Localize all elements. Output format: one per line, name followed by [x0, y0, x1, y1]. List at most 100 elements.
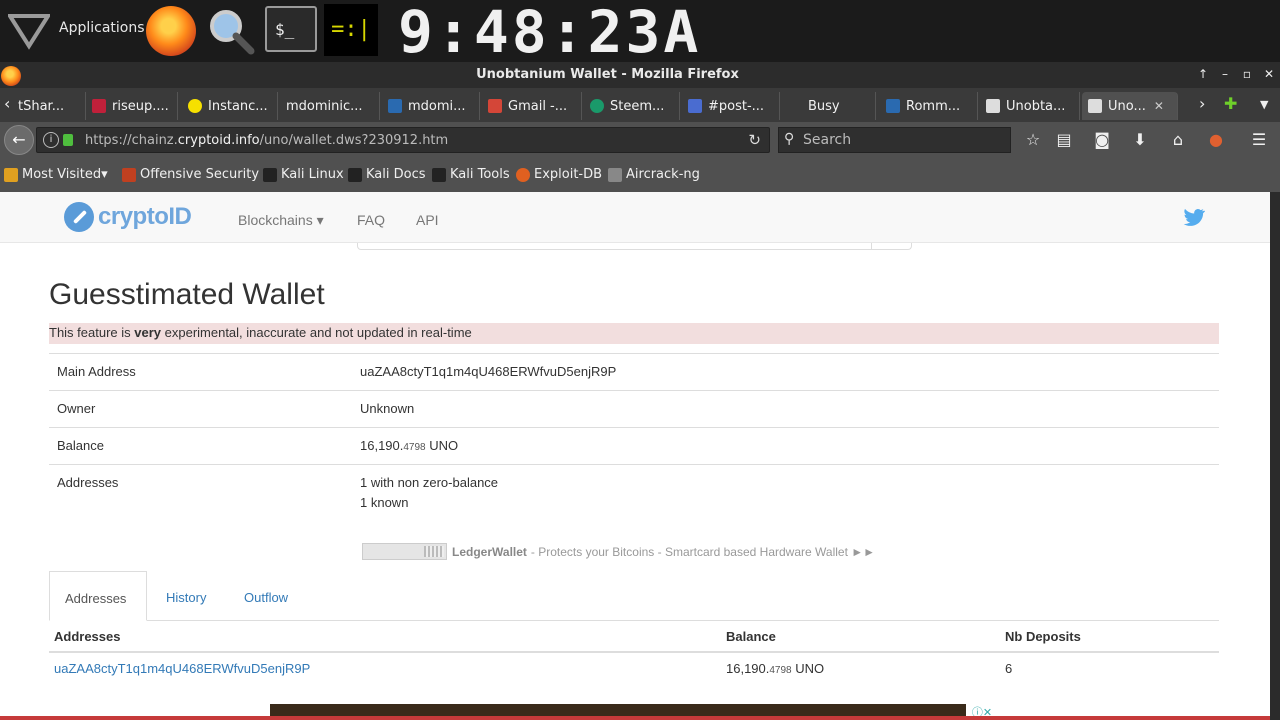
site-info-icon[interactable]: i	[43, 132, 59, 148]
cpu-monitor-widget: =:|	[324, 4, 378, 56]
tab-favicon	[590, 99, 604, 113]
tab-list-icon[interactable]: ▼	[1260, 98, 1268, 111]
tab-item[interactable]: Gmail -...	[482, 92, 582, 120]
tab-item[interactable]: mdomi...	[382, 92, 480, 120]
page-title: Guesstimated Wallet	[49, 278, 325, 311]
tab-item[interactable]: Busy	[782, 92, 876, 120]
address-link[interactable]: uaZAA8ctyT1q1m4qU468ERWfvuD5enjR9P	[54, 661, 310, 676]
new-tab-icon[interactable]: ✚	[1224, 94, 1237, 113]
menu-icon[interactable]: ☰	[1249, 130, 1269, 150]
reload-icon[interactable]: ↻	[748, 131, 761, 149]
experimental-warning: This feature is very experimental, inacc…	[49, 323, 1219, 344]
duckduckgo-icon[interactable]: ●	[1206, 130, 1226, 150]
tab-outflow[interactable]: Outflow	[229, 571, 303, 621]
keep-above-icon[interactable]: ↑	[1195, 66, 1211, 82]
search-icon: ⚲	[784, 131, 795, 147]
search-bar[interactable]: ⚲ Search	[778, 127, 1011, 153]
tab-item[interactable]: Romm...	[880, 92, 978, 120]
bookmark-offensive-security[interactable]: Offensive Security	[122, 167, 259, 182]
tab-item[interactable]: riseup....	[86, 92, 178, 120]
reading-list-icon[interactable]: ▤	[1054, 130, 1074, 150]
row-label: Addresses	[49, 464, 352, 523]
bookmark-star-icon[interactable]: ☆	[1023, 130, 1043, 150]
terminal-launcher-icon[interactable]: $_	[265, 6, 317, 52]
folder-icon	[4, 167, 18, 182]
bookmark-kali-docs[interactable]: Kali Docs	[348, 167, 426, 182]
nav-blockchains[interactable]: Blockchains ▾	[238, 212, 324, 229]
tab-label: riseup....	[112, 98, 169, 114]
tab-scroll-left-icon[interactable]: ‹	[4, 94, 10, 113]
aircrack-icon	[608, 167, 622, 182]
deposits-cell: 6	[1005, 661, 1013, 676]
pocket-icon[interactable]: ◙	[1092, 130, 1112, 150]
tab-close-icon[interactable]: ✕	[1154, 99, 1164, 113]
download-icon[interactable]: ⬇	[1130, 130, 1150, 150]
row-label: Main Address	[49, 353, 352, 391]
home-icon[interactable]: ⌂	[1168, 130, 1188, 150]
kali-menu-icon[interactable]	[8, 10, 50, 50]
tab-addresses[interactable]: Addresses	[49, 571, 147, 621]
bookmark-kali-linux[interactable]: Kali Linux	[263, 167, 344, 182]
tab-label: Unobta...	[1006, 98, 1066, 114]
exploit-db-icon	[516, 167, 530, 182]
cryptoid-logo-icon	[64, 202, 94, 232]
lock-icon	[63, 134, 73, 146]
bookmarks-toolbar: Most Visited▾ Offensive Security Kali Li…	[0, 159, 1280, 192]
tab-label: Uno...	[1108, 98, 1146, 114]
offensive-security-icon	[122, 167, 136, 182]
ledger-ad[interactable]: LedgerWallet - Protects your Bitcoins - …	[362, 543, 875, 560]
balance-cell: 16,190.4798 UNO	[726, 661, 825, 676]
navigation-toolbar: ← i https://chainz.cryptoid.info/uno/wal…	[0, 122, 1280, 159]
site-navbar: cryptoID Blockchains ▾ FAQ API	[0, 192, 1270, 243]
table-row: Balance 16,190.4798 UNO	[49, 427, 1219, 465]
owner-value: Unknown	[352, 390, 1219, 428]
logo-text: cryptoID	[98, 203, 192, 230]
column-header: Balance	[721, 622, 1000, 653]
firefox-launcher-icon[interactable]	[146, 6, 196, 56]
row-label: Owner	[49, 390, 352, 428]
cryptoid-logo[interactable]: cryptoID	[64, 202, 192, 232]
search-launcher-icon[interactable]	[206, 6, 256, 56]
nav-faq[interactable]: FAQ	[357, 212, 385, 228]
main-address-value: uaZAA8ctyT1q1m4qU468ERWfvuD5enjR9P	[352, 353, 1219, 391]
tab-label: Steem...	[610, 98, 665, 114]
bookmark-most-visited[interactable]: Most Visited▾	[4, 167, 108, 182]
kali-dragon-icon	[263, 167, 277, 182]
tab-item[interactable]: #post-...	[682, 92, 780, 120]
close-window-icon[interactable]: ✕	[1261, 66, 1277, 82]
unobtanium-favicon	[986, 99, 1000, 113]
maximize-icon[interactable]: ▫	[1239, 66, 1255, 82]
tab-scroll-right-icon[interactable]: ›	[1199, 94, 1205, 113]
minimize-icon[interactable]: –	[1217, 66, 1233, 82]
bookmark-kali-tools[interactable]: Kali Tools	[432, 167, 510, 182]
column-header: Nb Deposits	[1000, 622, 1219, 653]
wallet-info-table: Main Address uaZAA8ctyT1q1m4qU468ERWfvuD…	[49, 353, 1219, 523]
tab-item[interactable]: Instanc...	[182, 92, 278, 120]
tab-item[interactable]: mdominic...	[280, 92, 380, 120]
tab-item[interactable]: Steem...	[584, 92, 680, 120]
kali-dragon-icon	[348, 167, 362, 182]
balance-value: 16,190.4798 UNO	[352, 427, 1219, 465]
tab-strip: ‹ tShar... riseup.... Instanc... mdomini…	[0, 88, 1280, 122]
address-cell: uaZAA8ctyT1q1m4qU468ERWfvuD5enjR9P	[49, 652, 721, 684]
back-button[interactable]: ←	[4, 125, 34, 155]
twitter-icon[interactable]	[1183, 209, 1205, 227]
table-row: uaZAA8ctyT1q1m4qU468ERWfvuD5enjR9P 16,19…	[49, 652, 1219, 684]
applications-menu[interactable]: Applications	[59, 20, 145, 36]
tab-favicon	[92, 99, 106, 113]
nav-api[interactable]: API	[416, 212, 439, 228]
tab-item-active[interactable]: Uno... ✕	[1082, 92, 1178, 120]
bookmark-aircrack[interactable]: Aircrack-ng	[608, 167, 700, 182]
url-bar[interactable]: i https://chainz.cryptoid.info/uno/walle…	[36, 127, 770, 153]
tab-history[interactable]: History	[151, 571, 221, 621]
tab-favicon	[886, 99, 900, 113]
table-row: Owner Unknown	[49, 390, 1219, 428]
bookmark-exploit-db[interactable]: Exploit-DB	[516, 167, 602, 182]
tab-item[interactable]: tShar...	[18, 92, 86, 120]
gmail-icon	[488, 99, 502, 113]
page-scrollbar[interactable]	[1270, 192, 1280, 720]
tab-label: mdominic...	[286, 98, 363, 114]
row-label: Balance	[49, 427, 352, 465]
tab-item[interactable]: Unobta...	[980, 92, 1080, 120]
table-row: Main Address uaZAA8ctyT1q1m4qU468ERWfvuD…	[49, 353, 1219, 391]
